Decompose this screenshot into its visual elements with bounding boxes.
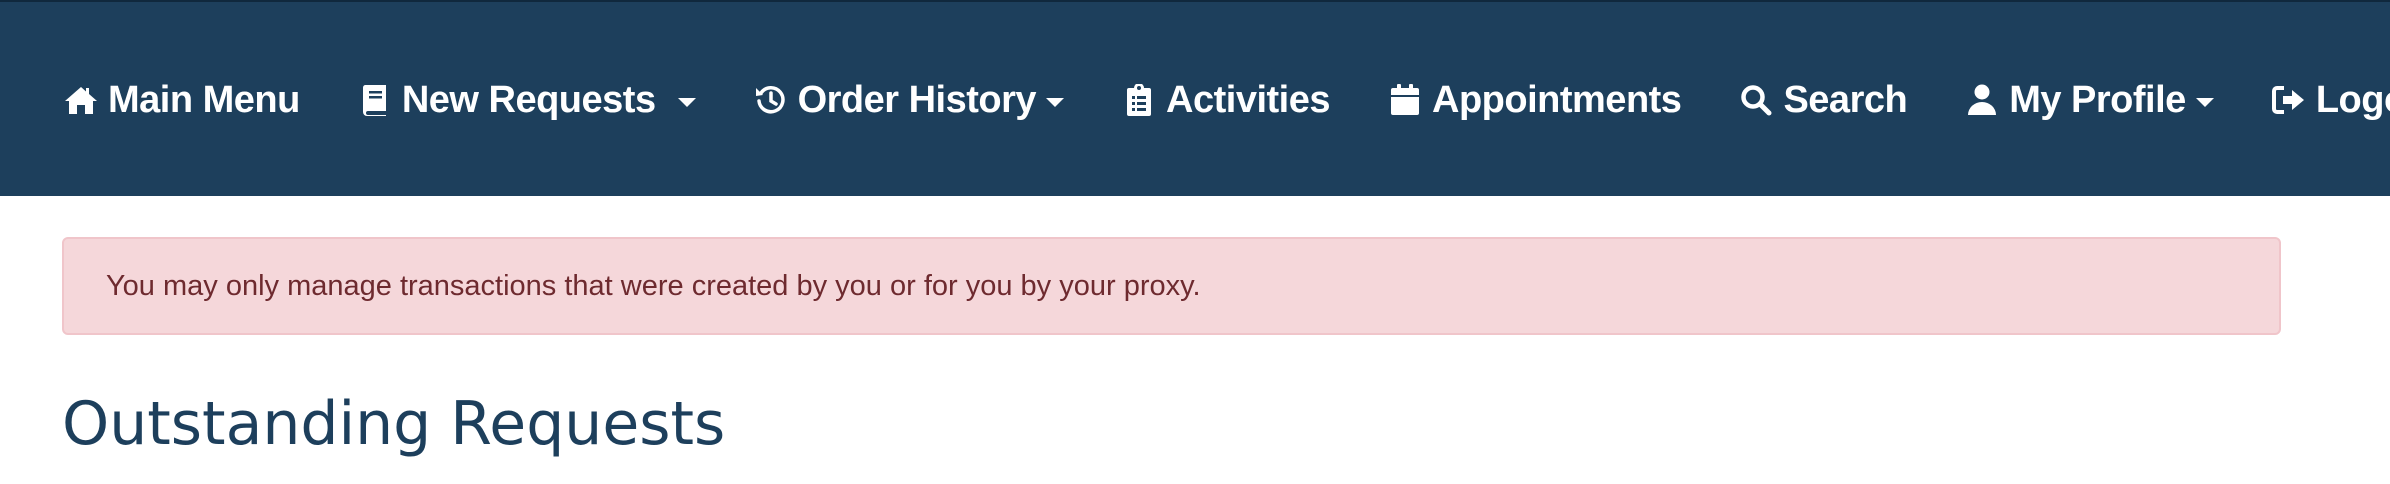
page-title: Outstanding Requests [62, 389, 726, 459]
user-icon [1963, 81, 2001, 119]
nav-item-label: Activities [1166, 78, 1331, 121]
nav-item-logoff[interactable]: Logoff [2270, 79, 2390, 122]
top-navbar: Main Menu New Requests Order History Act… [0, 0, 2390, 196]
chevron-down-icon [2195, 97, 2214, 107]
alert-message: You may only manage transactions that we… [106, 269, 1201, 302]
book-icon [356, 81, 394, 119]
proxy-alert: You may only manage transactions that we… [62, 237, 2281, 335]
clipboard-icon [1120, 81, 1158, 119]
nav-item-label: Order History [797, 78, 1037, 121]
nav-item-label: Main Menu [108, 78, 300, 121]
nav-item-label: My Profile [2009, 78, 2186, 121]
chevron-down-icon [677, 97, 696, 107]
nav-item-label: Search [1783, 78, 1908, 121]
nav-item-label: Appointments [1432, 78, 1682, 121]
search-icon [1737, 81, 1775, 119]
nav-item-order-history[interactable]: Order History [752, 78, 1065, 122]
nav-item-activities[interactable]: Activities [1120, 78, 1331, 122]
nav-item-main-menu[interactable]: Main Menu [62, 79, 300, 122]
home-icon [62, 81, 100, 119]
nav-item-label: Logoff [2315, 78, 2390, 121]
nav-menu: Main Menu New Requests Order History Act… [62, 2, 2390, 198]
logoff-icon [2270, 81, 2308, 119]
nav-item-label: New Requests [401, 78, 656, 121]
nav-item-my-profile[interactable]: My Profile [1963, 79, 2214, 122]
calendar-icon [1386, 81, 1424, 119]
chevron-down-icon [1046, 97, 1065, 107]
nav-item-new-requests[interactable]: New Requests [356, 79, 696, 122]
nav-item-search[interactable]: Search [1737, 78, 1908, 122]
nav-item-appointments[interactable]: Appointments [1386, 78, 1682, 122]
history-icon [752, 81, 790, 119]
